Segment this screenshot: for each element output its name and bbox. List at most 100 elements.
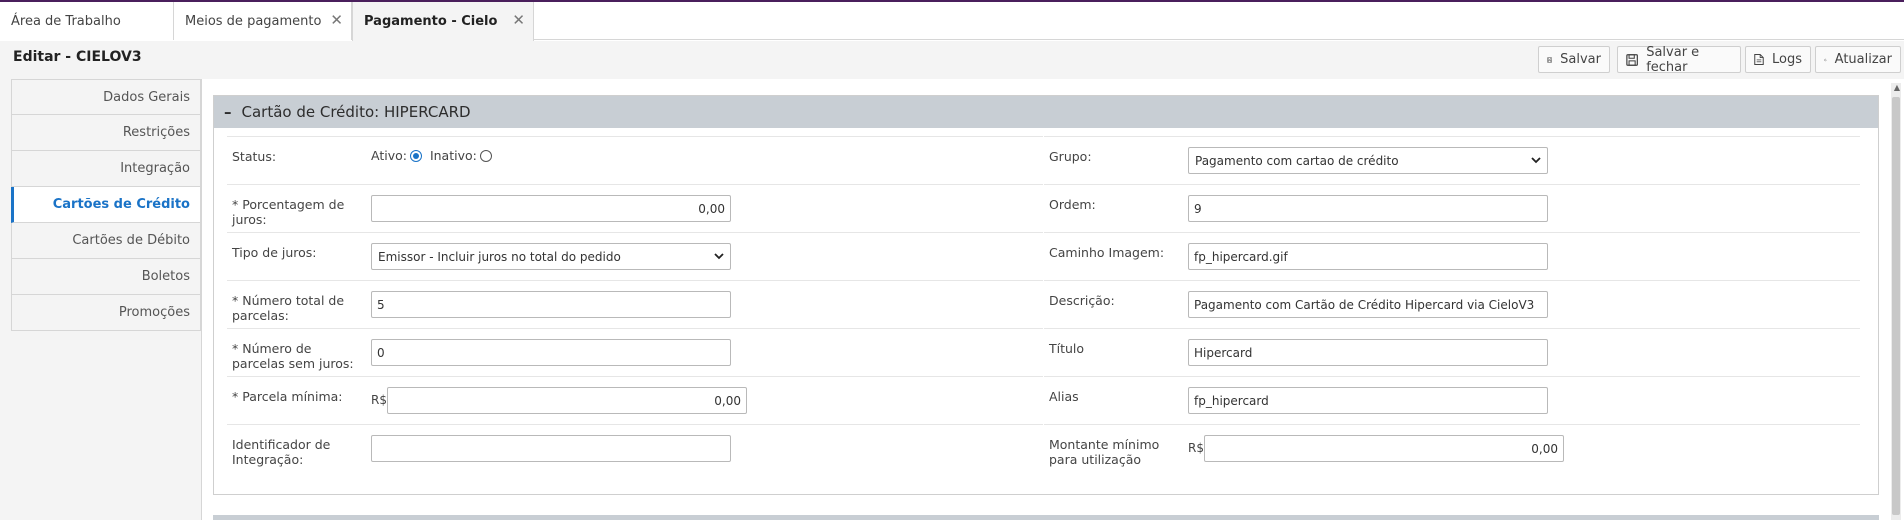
logs-label: Logs bbox=[1772, 52, 1802, 67]
group-select[interactable]: Pagamento com cartao de crédito bbox=[1188, 147, 1548, 174]
form-row-total-installments: * Número total de parcelas: bbox=[227, 280, 1043, 328]
order-label: Ordem: bbox=[1049, 197, 1096, 212]
chevron-down-icon bbox=[1531, 157, 1541, 164]
interest-free-installments-input[interactable] bbox=[371, 339, 731, 366]
min-amount-input[interactable] bbox=[1204, 435, 1564, 462]
interest-type-value: Emissor - Incluir juros no total do pedi… bbox=[378, 249, 621, 264]
sidebar-item-debit-cards[interactable]: Cartões de Débito bbox=[11, 223, 201, 259]
close-icon[interactable]: ✕ bbox=[512, 12, 525, 28]
tab-workspace[interactable]: Área de Trabalho bbox=[0, 2, 174, 40]
sidebar-item-label: Dados Gerais bbox=[103, 89, 190, 105]
form-row-interest-free-installments: * Número de parcelas sem juros: bbox=[227, 328, 1043, 376]
status-radio-group: Ativo: Inativo: bbox=[371, 148, 496, 163]
panel-header[interactable]: – Cartão de Crédito: HIPERCARD bbox=[214, 96, 1878, 128]
title-input[interactable] bbox=[1188, 339, 1548, 366]
sidebar-item-label: Cartões de Crédito bbox=[52, 197, 190, 212]
form-row-interest-type: Tipo de juros: Emissor - Incluir juros n… bbox=[227, 232, 1043, 280]
form-row-min-installment: * Parcela mínima: R$ bbox=[227, 376, 1043, 424]
form-left-column: Status: Ativo: Inativo: * Porcentagem de… bbox=[227, 136, 1043, 479]
panel-title: Cartão de Crédito: HIPERCARD bbox=[241, 103, 471, 121]
interest-pct-label: * Porcentagem de juros: bbox=[232, 197, 345, 227]
tab-payment-methods[interactable]: Meios de pagamento ✕ bbox=[174, 2, 352, 40]
form-row-image-path: Caminho Imagem: bbox=[1044, 232, 1860, 280]
interest-type-select[interactable]: Emissor - Incluir juros no total do pedi… bbox=[371, 243, 731, 270]
sidebar-item-credit-cards[interactable]: Cartões de Crédito bbox=[11, 187, 201, 223]
description-label: Descrição: bbox=[1049, 293, 1115, 308]
sidebar-item-restrictions[interactable]: Restrições bbox=[11, 115, 201, 151]
collapse-icon[interactable]: – bbox=[224, 103, 232, 121]
interest-free-installments-label: * Número de parcelas sem juros: bbox=[232, 341, 354, 371]
sidebar-item-label: Restrições bbox=[122, 125, 190, 140]
form-row-alias: Alias bbox=[1044, 376, 1860, 424]
total-installments-label: * Número total de parcelas: bbox=[232, 293, 345, 323]
save-button[interactable]: Salvar bbox=[1538, 46, 1610, 73]
sidebar-item-integration[interactable]: Integração bbox=[11, 151, 201, 187]
interest-pct-input[interactable] bbox=[371, 195, 731, 222]
active-radio[interactable] bbox=[409, 150, 422, 162]
close-icon[interactable]: ✕ bbox=[330, 12, 343, 28]
scroll-up-icon[interactable]: ▲ bbox=[1894, 83, 1900, 92]
page-header: Editar - CIELOV3 Salvar Salvar e fechar … bbox=[0, 41, 1904, 79]
sidebar: Dados Gerais Restrições Integração Cartõ… bbox=[11, 79, 201, 331]
save-label: Salvar bbox=[1560, 52, 1601, 67]
integration-id-label: Identificador de Integração: bbox=[232, 437, 331, 467]
page-title: Editar - CIELOV3 bbox=[13, 49, 142, 65]
credit-card-panel: – Cartão de Crédito: HIPERCARD Status: A… bbox=[213, 95, 1879, 495]
form-row-min-amount: Montante mínimo para utilização R$ bbox=[1044, 424, 1860, 479]
floppy-icon bbox=[1547, 57, 1553, 62]
integration-id-input[interactable] bbox=[371, 435, 731, 462]
form-row-title: Título bbox=[1044, 328, 1860, 376]
alias-input[interactable] bbox=[1188, 387, 1548, 414]
form-row-description: Descrição: bbox=[1044, 280, 1860, 328]
save-close-button[interactable]: Salvar e fechar bbox=[1617, 44, 1741, 75]
group-value: Pagamento com cartao de crédito bbox=[1195, 153, 1399, 168]
active-radio-label: Ativo: bbox=[371, 148, 407, 163]
title-label: Título bbox=[1049, 341, 1085, 356]
logs-button[interactable]: Logs bbox=[1745, 46, 1811, 73]
scrollbar-thumb[interactable] bbox=[1892, 97, 1900, 515]
sidebar-item-label: Cartões de Débito bbox=[72, 233, 190, 248]
sidebar-item-label: Integração bbox=[120, 161, 190, 176]
description-input[interactable] bbox=[1188, 291, 1548, 318]
image-path-label: Caminho Imagem: bbox=[1049, 245, 1165, 260]
inactive-radio[interactable] bbox=[479, 150, 492, 162]
sidebar-item-general[interactable]: Dados Gerais bbox=[11, 79, 201, 115]
inactive-radio-label: Inativo: bbox=[429, 148, 477, 163]
form-row-order: Ordem: bbox=[1044, 184, 1860, 232]
tab-bar: Área de Trabalho Meios de pagamento ✕ Pa… bbox=[0, 2, 1904, 41]
tab-label: Meios de pagamento bbox=[185, 13, 322, 29]
sidebar-item-boletos[interactable]: Boletos bbox=[11, 259, 201, 295]
min-installment-label: * Parcela mínima: bbox=[232, 389, 343, 404]
tab-label: Pagamento - Cielo bbox=[364, 14, 498, 29]
min-amount-label: Montante mínimo para utilização bbox=[1049, 437, 1160, 467]
group-label: Grupo: bbox=[1049, 149, 1092, 164]
order-input[interactable] bbox=[1188, 195, 1548, 222]
tab-label: Área de Trabalho bbox=[11, 13, 121, 29]
form-row-integration-id: Identificador de Integração: bbox=[227, 424, 1043, 479]
save-close-label: Salvar e fechar bbox=[1646, 44, 1700, 75]
document-icon bbox=[1754, 54, 1764, 65]
chevron-down-icon bbox=[714, 253, 724, 260]
tab-payment-cielo[interactable]: Pagamento - Cielo ✕ bbox=[352, 2, 534, 41]
refresh-icon bbox=[1824, 58, 1827, 61]
floppy-icon bbox=[1626, 53, 1638, 66]
main-content: – Cartão de Crédito: HIPERCARD Status: A… bbox=[201, 79, 1904, 520]
refresh-label: Atualizar bbox=[1834, 52, 1892, 67]
total-installments-input[interactable] bbox=[371, 291, 731, 318]
min-installment-input[interactable] bbox=[387, 387, 747, 414]
currency-prefix: R$ bbox=[371, 393, 387, 407]
form-row-group: Grupo: Pagamento com cartao de crédito bbox=[1044, 136, 1860, 184]
image-path-input[interactable] bbox=[1188, 243, 1548, 270]
status-label: Status: bbox=[232, 149, 277, 164]
alias-label: Alias bbox=[1049, 389, 1079, 404]
form-row-interest-pct: * Porcentagem de juros: bbox=[227, 184, 1043, 232]
refresh-button[interactable]: Atualizar bbox=[1815, 46, 1901, 73]
currency-prefix: R$ bbox=[1188, 441, 1204, 455]
interest-type-label: Tipo de juros: bbox=[232, 245, 317, 260]
body-frame: Dados Gerais Restrições Integração Cartõ… bbox=[0, 79, 1904, 520]
form-row-status: Status: Ativo: Inativo: bbox=[227, 136, 1043, 184]
form-right-column: Grupo: Pagamento com cartao de crédito O… bbox=[1044, 136, 1860, 479]
sidebar-item-label: Promoções bbox=[118, 305, 190, 320]
sidebar-item-promotions[interactable]: Promoções bbox=[11, 295, 201, 331]
next-panel-header bbox=[213, 515, 1879, 520]
